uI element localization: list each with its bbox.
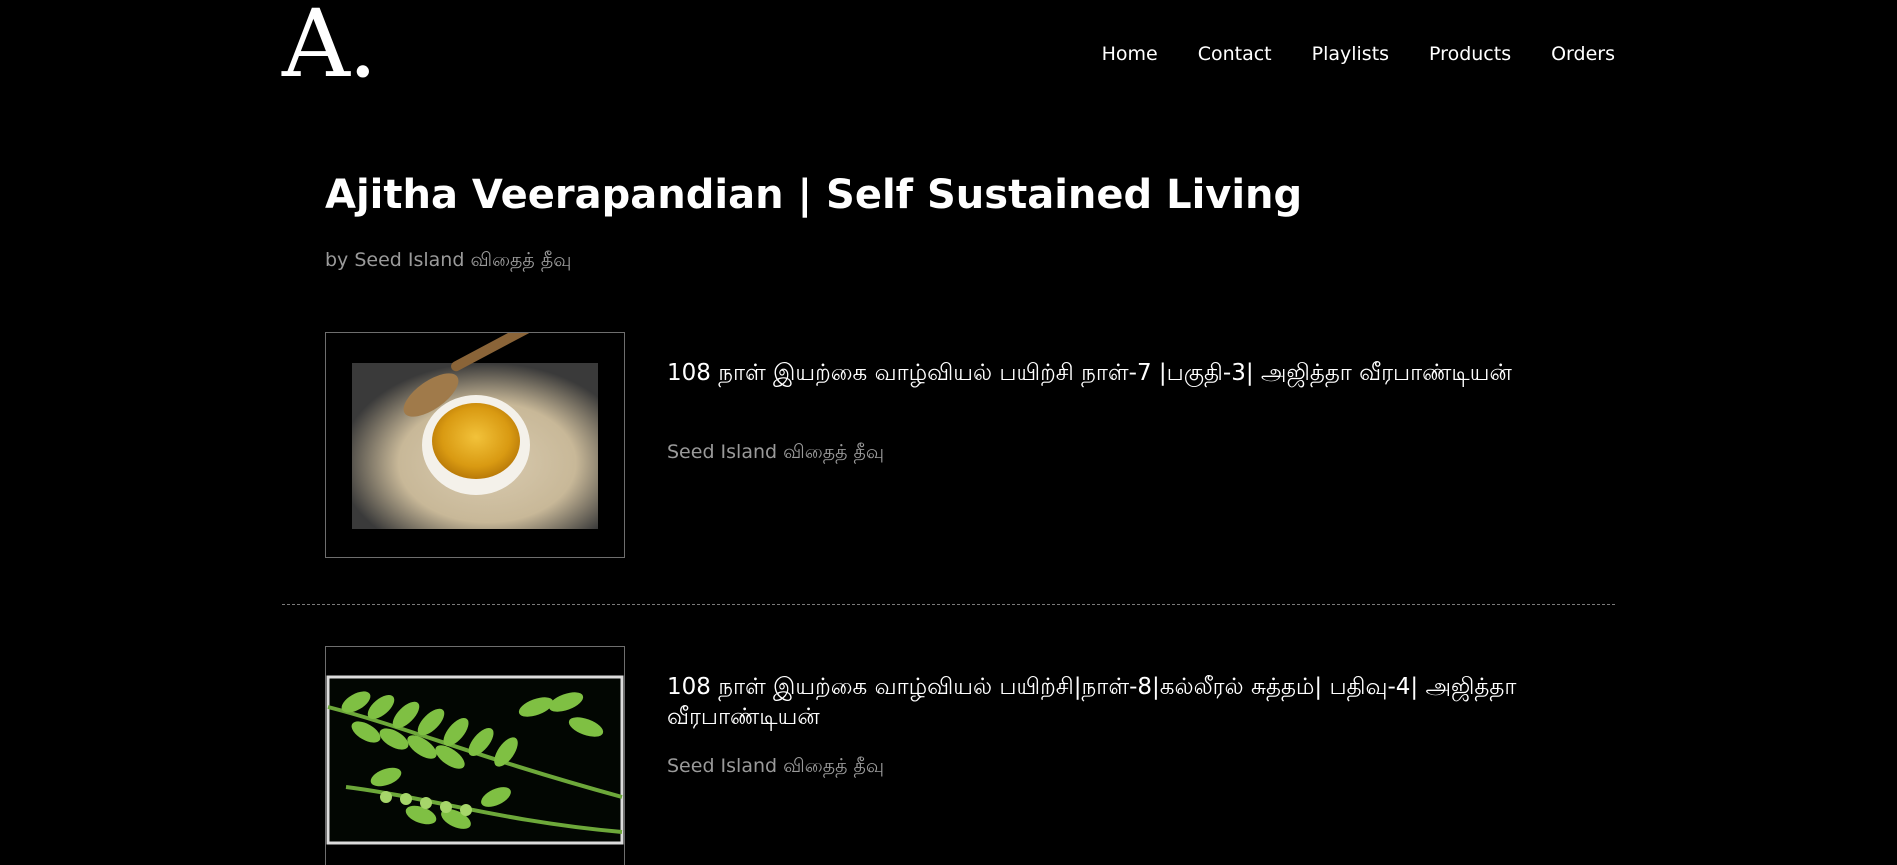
video-title-link[interactable]: 108 நாள் இயற்கை வாழ்வியல் பயிற்சி நாள்-7… [667,358,1527,388]
nav-home-link[interactable]: Home [1102,43,1158,65]
video-title-link[interactable]: 108 நாள் இயற்கை வாழ்வியல் பயிற்சி|நாள்-8… [667,672,1527,732]
list-divider [282,604,1615,605]
main-nav: Home Contact Playlists Products Orders [1102,43,1615,65]
page: A. Home Contact Playlists Products Order… [0,0,1897,865]
video-thumbnail[interactable] [325,646,625,865]
nav-playlists-link[interactable]: Playlists [1312,43,1389,65]
video-channel-name: Seed Island விதைத் தீவு [667,755,885,777]
video-thumbnail[interactable] [325,332,625,558]
playlist-author: by Seed Island விதைத் தீவு [325,249,572,271]
sesame-oil-image [326,333,624,557]
nav-products-link[interactable]: Products [1429,43,1511,65]
video-channel-name: Seed Island விதைத் தீவு [667,441,885,463]
phyllanthus-leaves-image [326,647,624,865]
nav-contact-link[interactable]: Contact [1198,43,1272,65]
playlist-title: Ajitha Veerapandian | Self Sustained Liv… [325,172,1303,218]
site-logo[interactable]: A. [282,0,378,92]
nav-orders-link[interactable]: Orders [1551,43,1615,65]
